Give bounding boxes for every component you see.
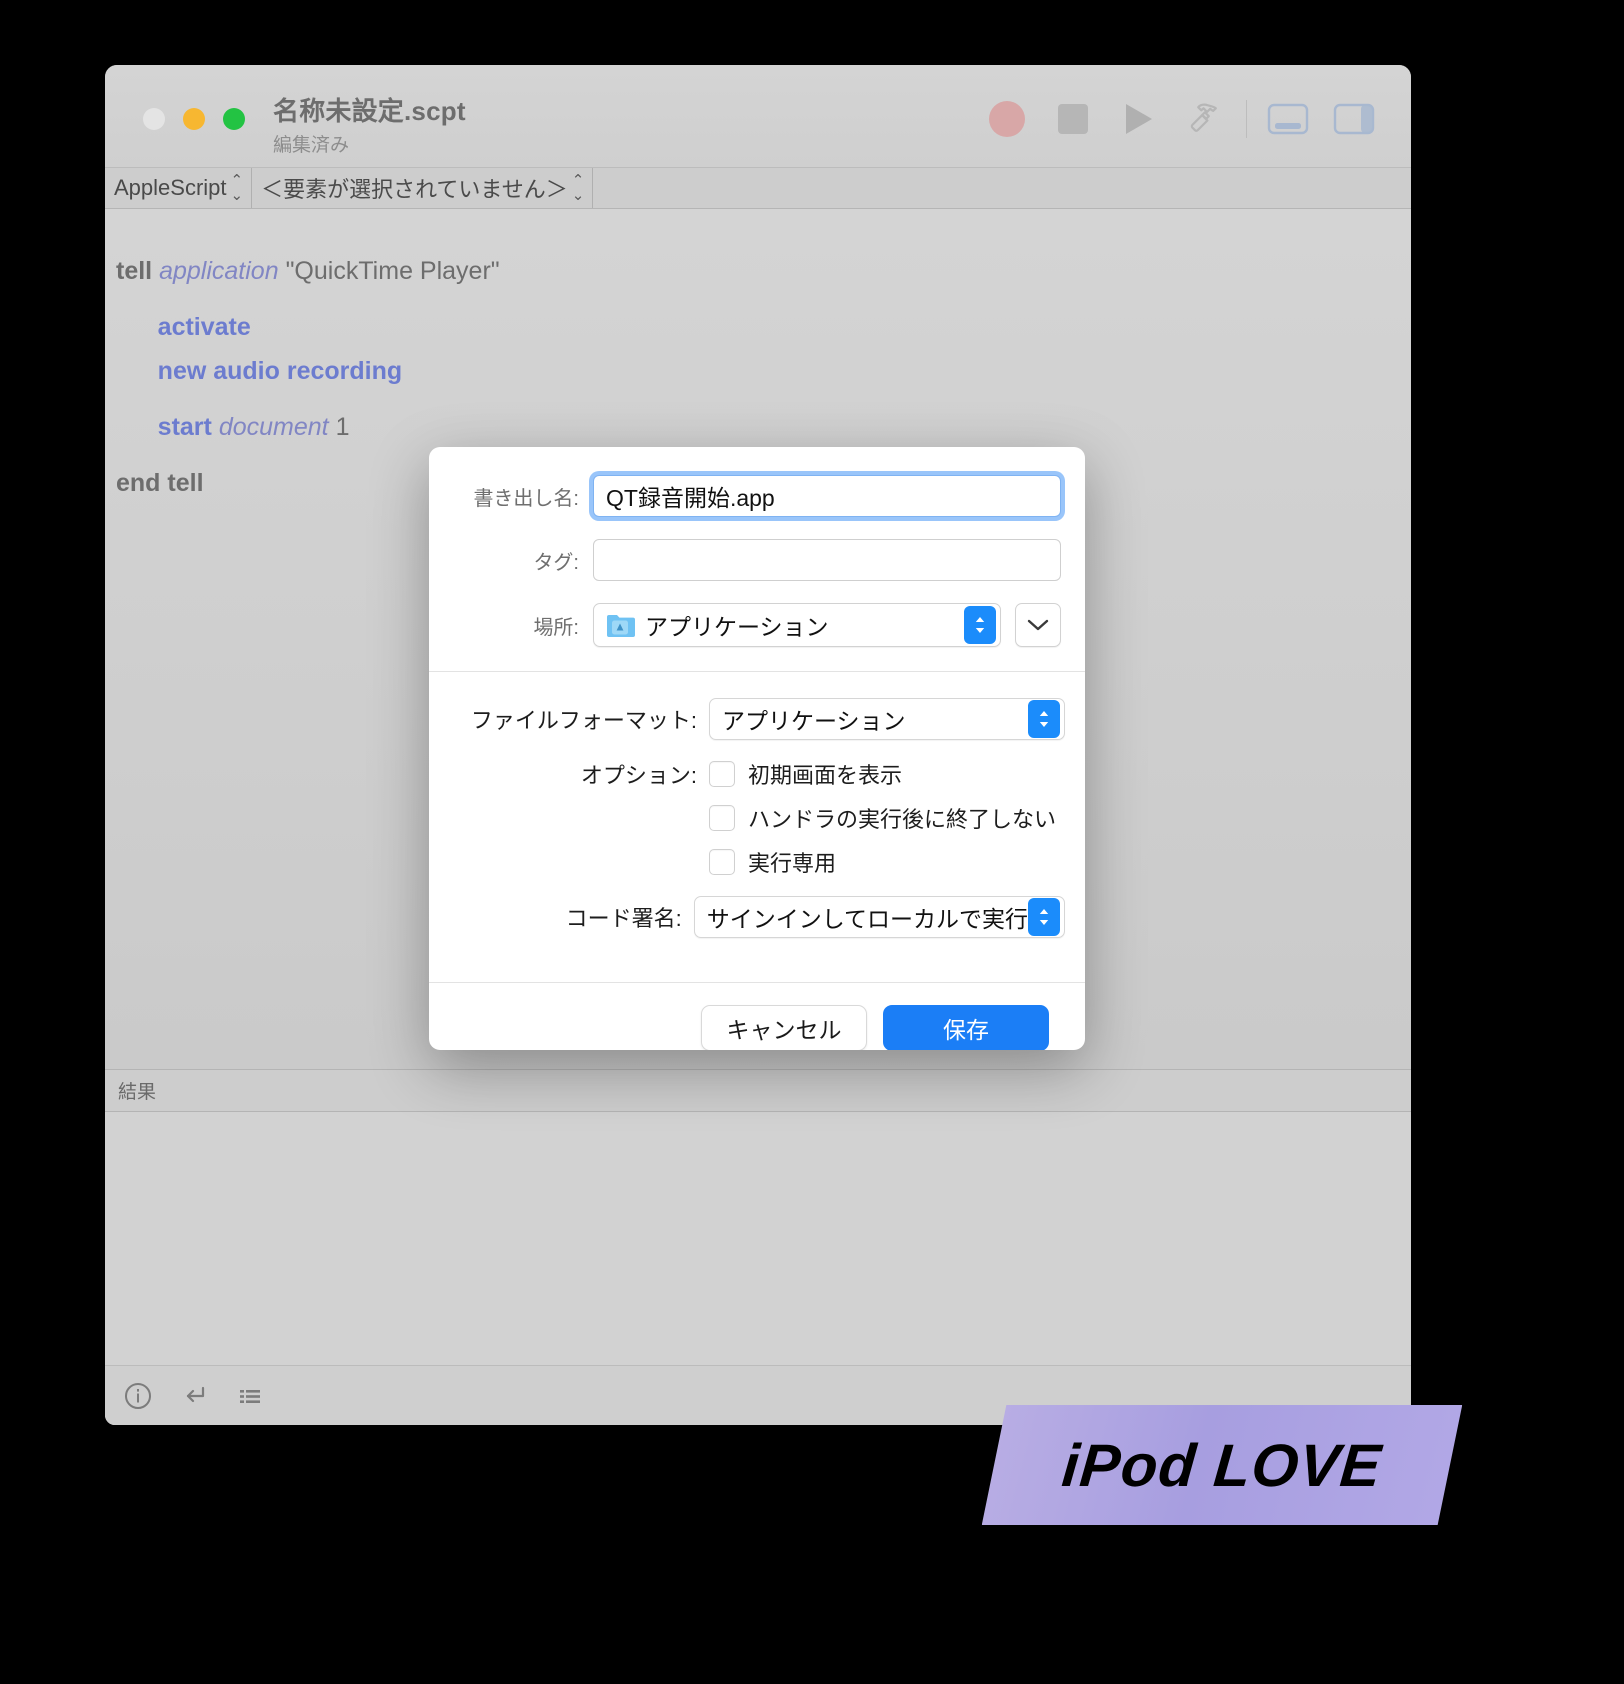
tags-input[interactable]: [593, 539, 1061, 581]
window-titlebar: 名称未設定.scpt 編集済み: [105, 65, 1411, 168]
expand-browser-button[interactable]: [1015, 603, 1061, 647]
export-name-input[interactable]: QT録音開始.app: [593, 475, 1061, 517]
code-line: start document 1: [116, 413, 350, 441]
dialog-buttons: キャンセル 保存: [429, 983, 1085, 1050]
checkbox-startup-screen[interactable]: [709, 761, 735, 787]
minimize-window-button[interactable]: [183, 108, 205, 130]
options-row-1: オプション: 初期画面を表示: [449, 758, 1065, 790]
screen: 名称未設定.scpt 編集済み AppleScript ⌃ ⌄ ＜要素が選択され…: [0, 0, 1624, 1684]
stop-button[interactable]: [1040, 91, 1106, 147]
option-startup-screen[interactable]: 初期画面を表示: [709, 758, 902, 790]
option-label-stay-open: ハンドラの実行後に終了しない: [748, 807, 1057, 832]
document-edited-status: 編集済み: [273, 135, 350, 156]
file-format-popup-button[interactable]: アプリケーション: [709, 698, 1065, 740]
chevron-updown-icon: ⌃ ⌄: [571, 172, 585, 204]
toolbar-divider: [1246, 100, 1247, 138]
watermark-text: iPod LOVE: [1059, 1431, 1385, 1499]
location-value: アプリケーション: [645, 614, 829, 640]
language-popup-label: AppleScript: [114, 175, 227, 200]
file-format-stepper-icon: [1028, 700, 1060, 738]
chevron-down-icon: [1027, 619, 1049, 631]
tags-label: タグ:: [533, 551, 579, 574]
checkbox-stay-open[interactable]: [709, 805, 735, 831]
file-format-row: ファイルフォーマット: アプリケーション: [449, 698, 1065, 740]
location-popup-button[interactable]: アプリケーション: [593, 603, 1001, 647]
applications-folder-icon: [606, 612, 636, 638]
export-name-label: 書き出し名:: [473, 487, 579, 510]
result-pane-header: 結果: [105, 1069, 1411, 1112]
option-run-only[interactable]: 実行専用: [709, 846, 836, 878]
code-line: activate: [116, 313, 251, 341]
element-popup-label: ＜要素が選択されていません＞: [261, 177, 568, 202]
code-sign-label: コード署名:: [565, 906, 682, 931]
option-label-startup-screen: 初期画面を表示: [748, 763, 903, 788]
record-button[interactable]: [974, 91, 1040, 147]
code-line: new audio recording: [116, 357, 403, 385]
location-label: 場所:: [533, 616, 579, 639]
zoom-window-button[interactable]: [223, 108, 245, 130]
save-button[interactable]: 保存: [883, 1005, 1049, 1050]
hammer-icon: [1190, 103, 1217, 132]
file-format-value: アプリケーション: [722, 708, 906, 734]
description-icon[interactable]: [121, 1379, 155, 1413]
export-save-dialog: 書き出し名: QT録音開始.app タグ: 場所: アプリケーション ファイルフ…: [429, 447, 1085, 1050]
code-sign-value: サインインしてローカルで実行: [706, 906, 1028, 932]
toggle-right-panel-button[interactable]: [1321, 91, 1387, 147]
options-label: オプション:: [580, 763, 697, 788]
navigation-bar: AppleScript ⌃ ⌄ ＜要素が選択されていません＞ ⌃ ⌄: [105, 168, 1411, 209]
option-label-run-only: 実行専用: [748, 851, 837, 876]
language-popup[interactable]: AppleScript ⌃ ⌄: [105, 168, 253, 208]
close-window-button[interactable]: [143, 108, 165, 130]
right-panel-icon: [1333, 103, 1375, 135]
element-popup[interactable]: ＜要素が選択されていません＞ ⌃ ⌄: [252, 168, 594, 208]
code-sign-row: コード署名: サインインしてローカルで実行: [449, 896, 1065, 938]
cancel-button[interactable]: キャンセル: [701, 1005, 867, 1050]
title-block: 名称未設定.scpt 編集済み: [273, 91, 466, 157]
dialog-top-section: 書き出し名: QT録音開始.app タグ: 場所: アプリケーション: [429, 447, 1085, 671]
toggle-bottom-panel-button[interactable]: [1255, 91, 1321, 147]
chevron-updown-icon: ⌃ ⌄: [230, 172, 244, 204]
play-icon: [1126, 104, 1152, 134]
result-label: 結果: [118, 1082, 157, 1103]
watermark: iPod LOVE: [982, 1405, 1462, 1525]
bottom-panel-icon: [1267, 103, 1309, 135]
option-stay-open[interactable]: ハンドラの実行後に終了しない: [709, 802, 1056, 834]
code-line: tell application "QuickTime Player": [116, 257, 500, 285]
event-log-icon[interactable]: [233, 1379, 267, 1413]
document-title: 名称未設定.scpt: [273, 96, 466, 126]
code-sign-popup-button[interactable]: サインインしてローカルで実行: [693, 896, 1065, 938]
traffic-lights: [143, 108, 245, 130]
tags-row: タグ:: [453, 539, 1061, 581]
window-toolbar: [974, 91, 1387, 147]
export-name-value: QT録音開始.app: [606, 485, 775, 511]
dialog-options-section: ファイルフォーマット: アプリケーション オプション: 初期画面を表示 ハンドラ…: [429, 672, 1085, 982]
options-row-3: 実行専用: [449, 846, 1065, 878]
export-name-row: 書き出し名: QT録音開始.app: [453, 475, 1061, 517]
cancel-button-label: キャンセル: [726, 1017, 842, 1043]
compile-button[interactable]: [1172, 91, 1238, 147]
result-icon[interactable]: [177, 1379, 211, 1413]
stop-icon: [1058, 104, 1088, 134]
record-icon: [989, 101, 1025, 137]
location-row: 場所: アプリケーション: [453, 603, 1061, 647]
file-format-label: ファイルフォーマット:: [470, 708, 697, 733]
save-button-label: 保存: [943, 1017, 989, 1043]
checkbox-run-only[interactable]: [709, 849, 735, 875]
options-row-2: ハンドラの実行後に終了しない: [449, 802, 1065, 834]
location-stepper-icon: [964, 606, 996, 644]
code-sign-stepper-icon: [1028, 898, 1060, 936]
run-button[interactable]: [1106, 91, 1172, 147]
